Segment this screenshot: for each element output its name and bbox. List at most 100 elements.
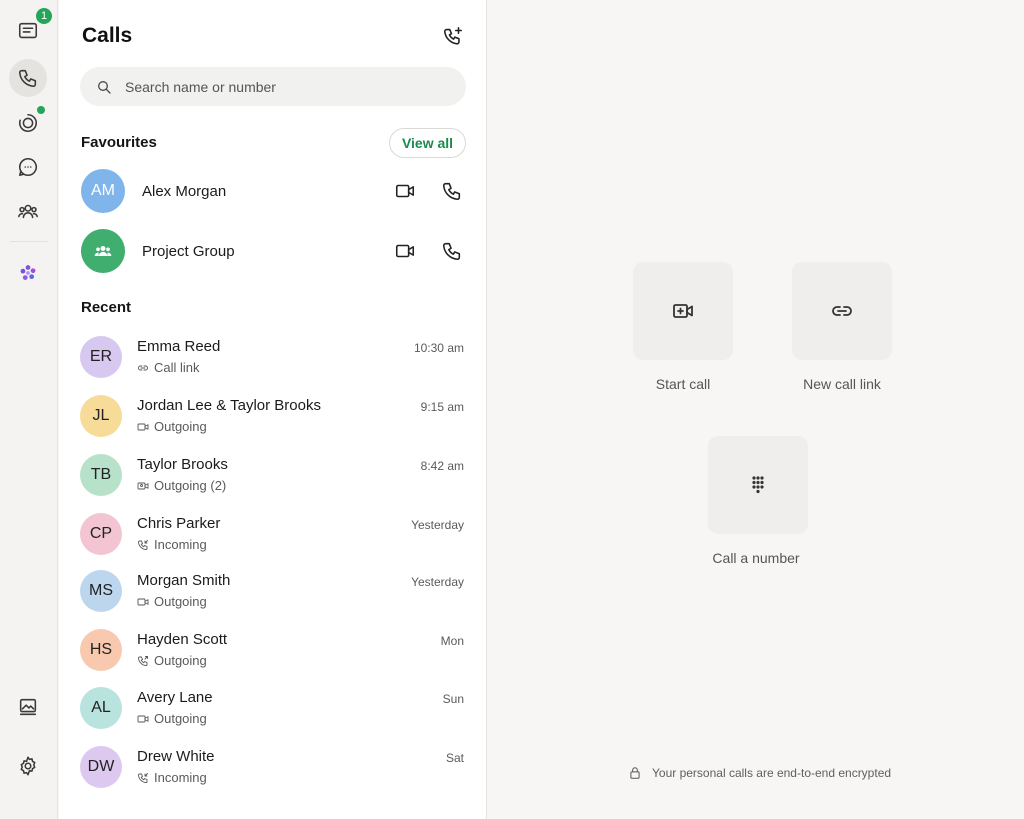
gear-icon: [20, 756, 36, 776]
lock-icon: [630, 767, 640, 779]
phone-outgoing-icon: [138, 655, 148, 666]
call-detail: Outgoing (2): [137, 478, 226, 493]
avatar: CP: [80, 513, 122, 555]
meta-ai-icon: [20, 265, 36, 280]
start-call-label: Start call: [655, 376, 711, 392]
call-a-number-label: Call a number: [712, 550, 800, 566]
contact-name: Alex Morgan: [142, 183, 227, 200]
channels-nav-button[interactable]: [9, 148, 47, 186]
new-call-button[interactable]: [439, 22, 467, 50]
contact-name: Chris Parker: [137, 515, 221, 532]
meta-ai-nav-button[interactable]: [9, 254, 47, 292]
avatar: JL: [80, 395, 122, 437]
call-a-number-button[interactable]: [708, 436, 808, 534]
search-input[interactable]: [125, 78, 445, 95]
recent-call-row[interactable]: TB Taylor Brooks Outgoing (2) 8:42 am: [59, 451, 487, 505]
recent-call-row[interactable]: JL Jordan Lee & Taylor Brooks Outgoing 9:15…: [59, 392, 487, 446]
call-detail: Outgoing: [137, 419, 207, 434]
search-bar[interactable]: [80, 67, 466, 106]
call-type: Outgoing: [154, 653, 207, 668]
status-icon: [18, 113, 37, 133]
video-call-button[interactable]: [393, 239, 417, 263]
media-nav-button[interactable]: [9, 688, 47, 726]
call-time: 8:42 am: [420, 459, 464, 473]
call-detail: Outgoing: [137, 711, 207, 726]
call-time: Sat: [445, 751, 464, 765]
call-type: Incoming: [154, 537, 207, 552]
avatar: DW: [80, 746, 122, 788]
calls-nav-button[interactable]: [9, 59, 47, 97]
video-icon: [137, 715, 149, 722]
avatar: AL: [80, 687, 122, 729]
search-icon: [98, 80, 111, 94]
call-time: Yesterday: [411, 518, 464, 532]
favourite-item[interactable]: Project Group: [59, 229, 487, 279]
video-group-icon: [137, 482, 149, 489]
call-time: Mon: [440, 634, 464, 648]
contact-name: Avery Lane: [137, 689, 213, 706]
recent-call-row[interactable]: HS Hayden Scott Outgoing Mon: [59, 626, 487, 680]
video-plus-icon: [673, 304, 693, 318]
view-all-button[interactable]: View all: [389, 128, 466, 158]
chats-icon: [18, 22, 38, 39]
dialpad-icon: [752, 476, 764, 494]
favourites-heading: Favourites: [81, 134, 157, 151]
video-icon: [137, 598, 149, 605]
contact-name: Project Group: [142, 243, 235, 260]
new-call-link-button[interactable]: [792, 262, 892, 360]
video-call-button[interactable]: [393, 179, 417, 203]
recent-call-row[interactable]: MS Morgan Smith Outgoing Yesterday: [59, 567, 487, 621]
channels-icon: [18, 157, 37, 177]
contact-name: Hayden Scott: [137, 631, 228, 648]
avatar: ER: [80, 336, 122, 378]
call-time: Yesterday: [411, 575, 464, 589]
recent-call-row[interactable]: DW Drew White Incoming Sat: [59, 743, 487, 797]
recent-call-row[interactable]: ER Emma Reed Call link 10:30 am: [59, 333, 487, 387]
image-gallery-icon: [19, 698, 37, 716]
encryption-text: Your personal calls are end-to-end encry…: [652, 766, 892, 780]
voice-call-button[interactable]: [440, 179, 464, 203]
phone-icon: [442, 242, 461, 261]
call-detail: Call link: [137, 360, 200, 375]
favourite-item[interactable]: AM Alex Morgan: [59, 169, 487, 219]
call-detail: Outgoing: [137, 653, 207, 668]
contact-name: Emma Reed: [137, 338, 221, 355]
call-detail: Outgoing: [137, 594, 207, 609]
voice-call-button[interactable]: [440, 239, 464, 263]
call-time: 10:30 am: [413, 341, 464, 355]
navigation-rail: 1: [0, 0, 58, 819]
call-type: Outgoing: [154, 594, 207, 609]
recent-heading: Recent: [81, 299, 132, 316]
status-update-dot: [37, 106, 45, 114]
page-title: Calls: [82, 24, 133, 47]
rail-divider: [10, 241, 48, 242]
phone-plus-icon: [443, 26, 463, 45]
call-type: Call link: [154, 360, 200, 375]
settings-nav-button[interactable]: [9, 747, 47, 785]
communities-icon: [18, 204, 38, 219]
call-type: Incoming: [154, 770, 207, 785]
call-time: 9:15 am: [420, 400, 464, 414]
group-avatar: [81, 229, 125, 273]
avatar: MS: [80, 570, 122, 612]
phone-icon: [442, 182, 461, 201]
phone-incoming-icon: [138, 772, 148, 783]
recent-call-row[interactable]: AL Avery Lane Outgoing Sun: [59, 684, 487, 738]
start-call-button[interactable]: [633, 262, 733, 360]
link-icon: [832, 306, 852, 316]
contact-name: Drew White: [137, 748, 215, 765]
call-detail: Incoming: [137, 770, 207, 785]
avatar: AM: [81, 169, 125, 213]
video-icon: [395, 244, 415, 258]
call-type: Outgoing: [154, 711, 207, 726]
group-icon: [94, 246, 112, 256]
encryption-note: Your personal calls are end-to-end encry…: [628, 766, 891, 780]
unread-badge: 1: [34, 6, 54, 26]
communities-nav-button[interactable]: [9, 192, 47, 230]
avatar: HS: [80, 629, 122, 671]
link-icon: [138, 365, 148, 370]
video-icon: [137, 423, 149, 430]
recent-call-row[interactable]: CP Chris Parker Incoming Yesterday: [59, 510, 487, 564]
calls-panel: Calls Favourites View all AM Alex Morgan…: [59, 0, 487, 819]
phone-incoming-icon: [138, 539, 148, 550]
